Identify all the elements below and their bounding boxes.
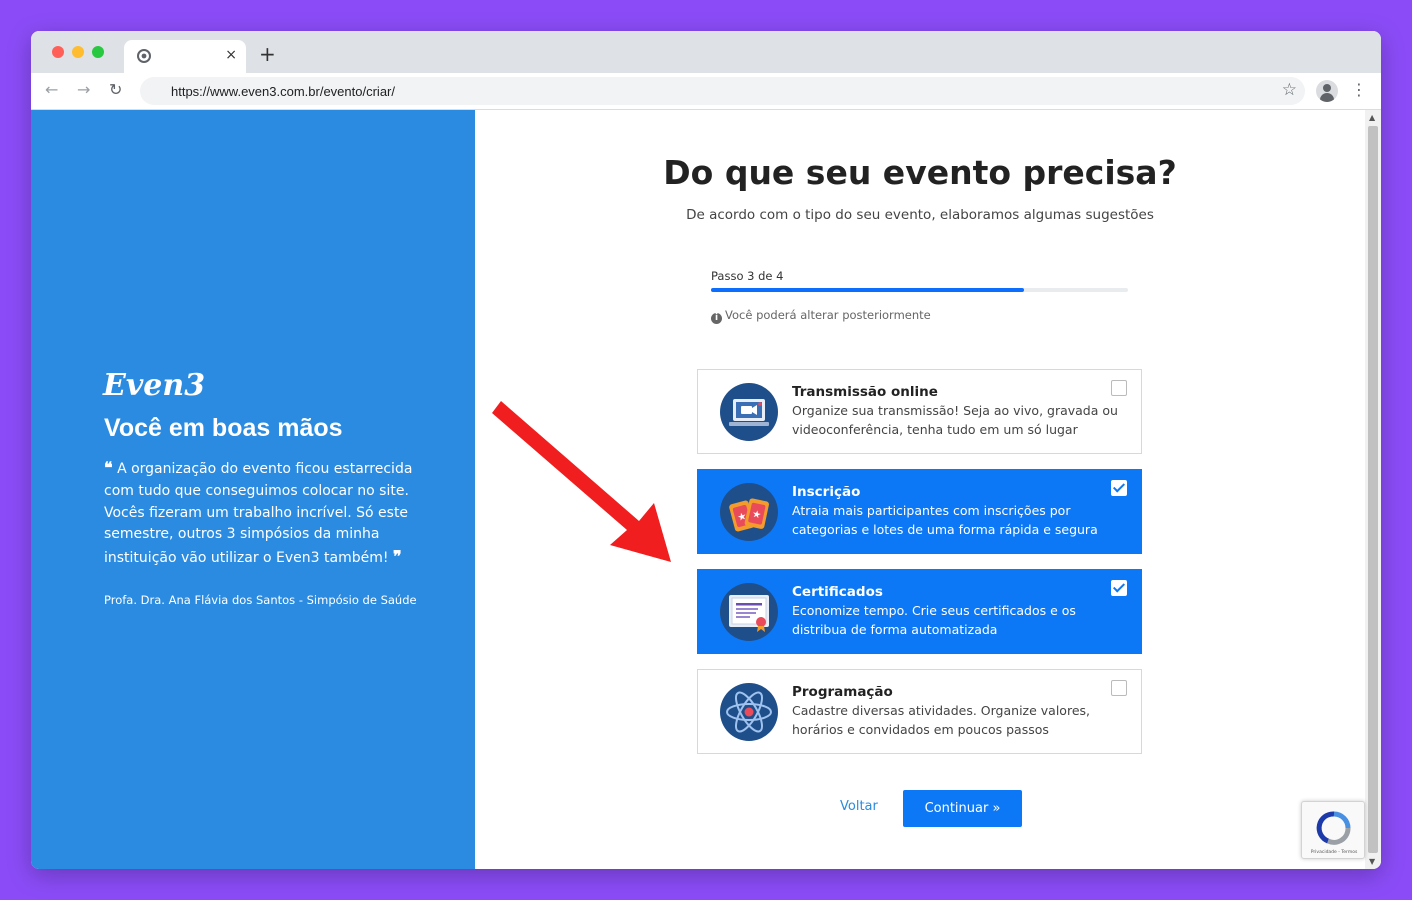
option-title: Transmissão online <box>792 384 938 400</box>
browser-tab[interactable]: × <box>124 40 246 73</box>
maximize-window-button[interactable] <box>92 46 104 58</box>
info-icon: i <box>711 313 722 324</box>
back-button[interactable]: Voltar <box>840 799 878 814</box>
reload-icon[interactable]: ↻ <box>109 80 122 99</box>
bookmark-star-icon[interactable]: ☆ <box>1282 80 1297 100</box>
scroll-down-icon[interactable]: ▼ <box>1369 857 1375 866</box>
option-checkbox[interactable] <box>1111 480 1127 496</box>
chrome-icon <box>137 49 151 63</box>
page-scrollbar[interactable]: ▲ ▼ <box>1365 110 1381 869</box>
sidebar-headline: Você em boas mãos <box>104 414 343 442</box>
page-subtitle: De acordo com o tipo do seu evento, elab… <box>686 207 1154 223</box>
option-title: Inscrição <box>792 484 861 500</box>
address-bar[interactable]: https://www.even3.com.br/evento/criar/ ☆ <box>140 77 1305 105</box>
close-quote-icon: ❞ <box>392 547 402 567</box>
scrollbar-thumb[interactable] <box>1368 126 1378 853</box>
browser-toolbar: ← → ↻ https://www.even3.com.br/evento/cr… <box>31 73 1381 110</box>
option-checkbox[interactable] <box>1111 380 1127 396</box>
minimize-window-button[interactable] <box>72 46 84 58</box>
option-card-inscricao[interactable]: ★ ★ Inscrição Atraia mais participantes … <box>697 469 1142 554</box>
video-broadcast-icon <box>720 383 778 441</box>
option-description: Organize sua transmissão! Seja ao vivo, … <box>792 403 1118 437</box>
option-title: Certificados <box>792 584 883 600</box>
even3-logo: Even3 <box>103 368 206 403</box>
testimonial-author: Profa. Dra. Ana Flávia dos Santos - Simp… <box>104 593 417 607</box>
option-checkbox[interactable] <box>1111 580 1127 596</box>
option-card-certificados[interactable]: Certificados Economize tempo. Crie seus … <box>697 569 1142 654</box>
progress-bar <box>711 288 1128 292</box>
certificate-icon <box>720 583 778 641</box>
close-window-button[interactable] <box>52 46 64 58</box>
atom-icon <box>720 683 778 741</box>
testimonial-text: A organização do evento ficou estarrecid… <box>104 461 413 567</box>
back-arrow-icon[interactable]: ← <box>45 80 58 99</box>
recaptcha-badge[interactable]: Privacidade - Termos <box>1301 801 1365 859</box>
check-icon <box>1112 480 1126 493</box>
option-description: Atraia mais participantes com inscrições… <box>792 503 1098 537</box>
option-card-programacao[interactable]: Programação Cadastre diversas atividades… <box>697 669 1142 754</box>
tab-close-button[interactable]: × <box>225 47 237 63</box>
testimonial-quote: ❝ A organização do evento ficou estarrec… <box>104 457 414 570</box>
browser-window: × + ← → ↻ https://www.even3.com.br/event… <box>31 31 1381 869</box>
ticket-icon: ★ ★ <box>720 483 778 541</box>
url-text[interactable]: https://www.even3.com.br/evento/criar/ <box>171 84 395 99</box>
browser-menu-icon[interactable]: ⋮ <box>1351 80 1367 99</box>
step-indicator: Passo 3 de 4 <box>711 269 784 283</box>
continue-button[interactable]: Continuar » <box>903 790 1022 827</box>
profile-avatar-icon[interactable] <box>1316 80 1338 102</box>
option-checkbox[interactable] <box>1111 680 1127 696</box>
recaptcha-links[interactable]: Privacidade - Termos <box>1302 850 1366 855</box>
scroll-up-icon[interactable]: ▲ <box>1369 113 1375 122</box>
tab-bar: × + <box>31 31 1381 73</box>
hint-text: i Você poderá alterar posteriormente <box>711 308 931 324</box>
hint-label: Você poderá alterar posteriormente <box>725 308 931 322</box>
progress-bar-fill <box>711 288 1024 292</box>
option-card-transmissao[interactable]: Transmissão online Organize sua transmis… <box>697 369 1142 454</box>
check-icon <box>1112 580 1126 593</box>
main-content: Do que seu evento precisa? De acordo com… <box>475 110 1365 869</box>
option-title: Programação <box>792 684 893 700</box>
open-quote-icon: ❝ <box>104 458 113 477</box>
page-title: Do que seu evento precisa? <box>663 153 1177 192</box>
forward-arrow-icon[interactable]: → <box>77 80 90 99</box>
option-description: Economize tempo. Crie seus certificados … <box>792 603 1076 637</box>
new-tab-button[interactable]: + <box>259 42 276 66</box>
testimonial-panel: Even3 Você em boas mãos ❝ A organização … <box>31 110 475 869</box>
option-description: Cadastre diversas atividades. Organize v… <box>792 703 1090 737</box>
